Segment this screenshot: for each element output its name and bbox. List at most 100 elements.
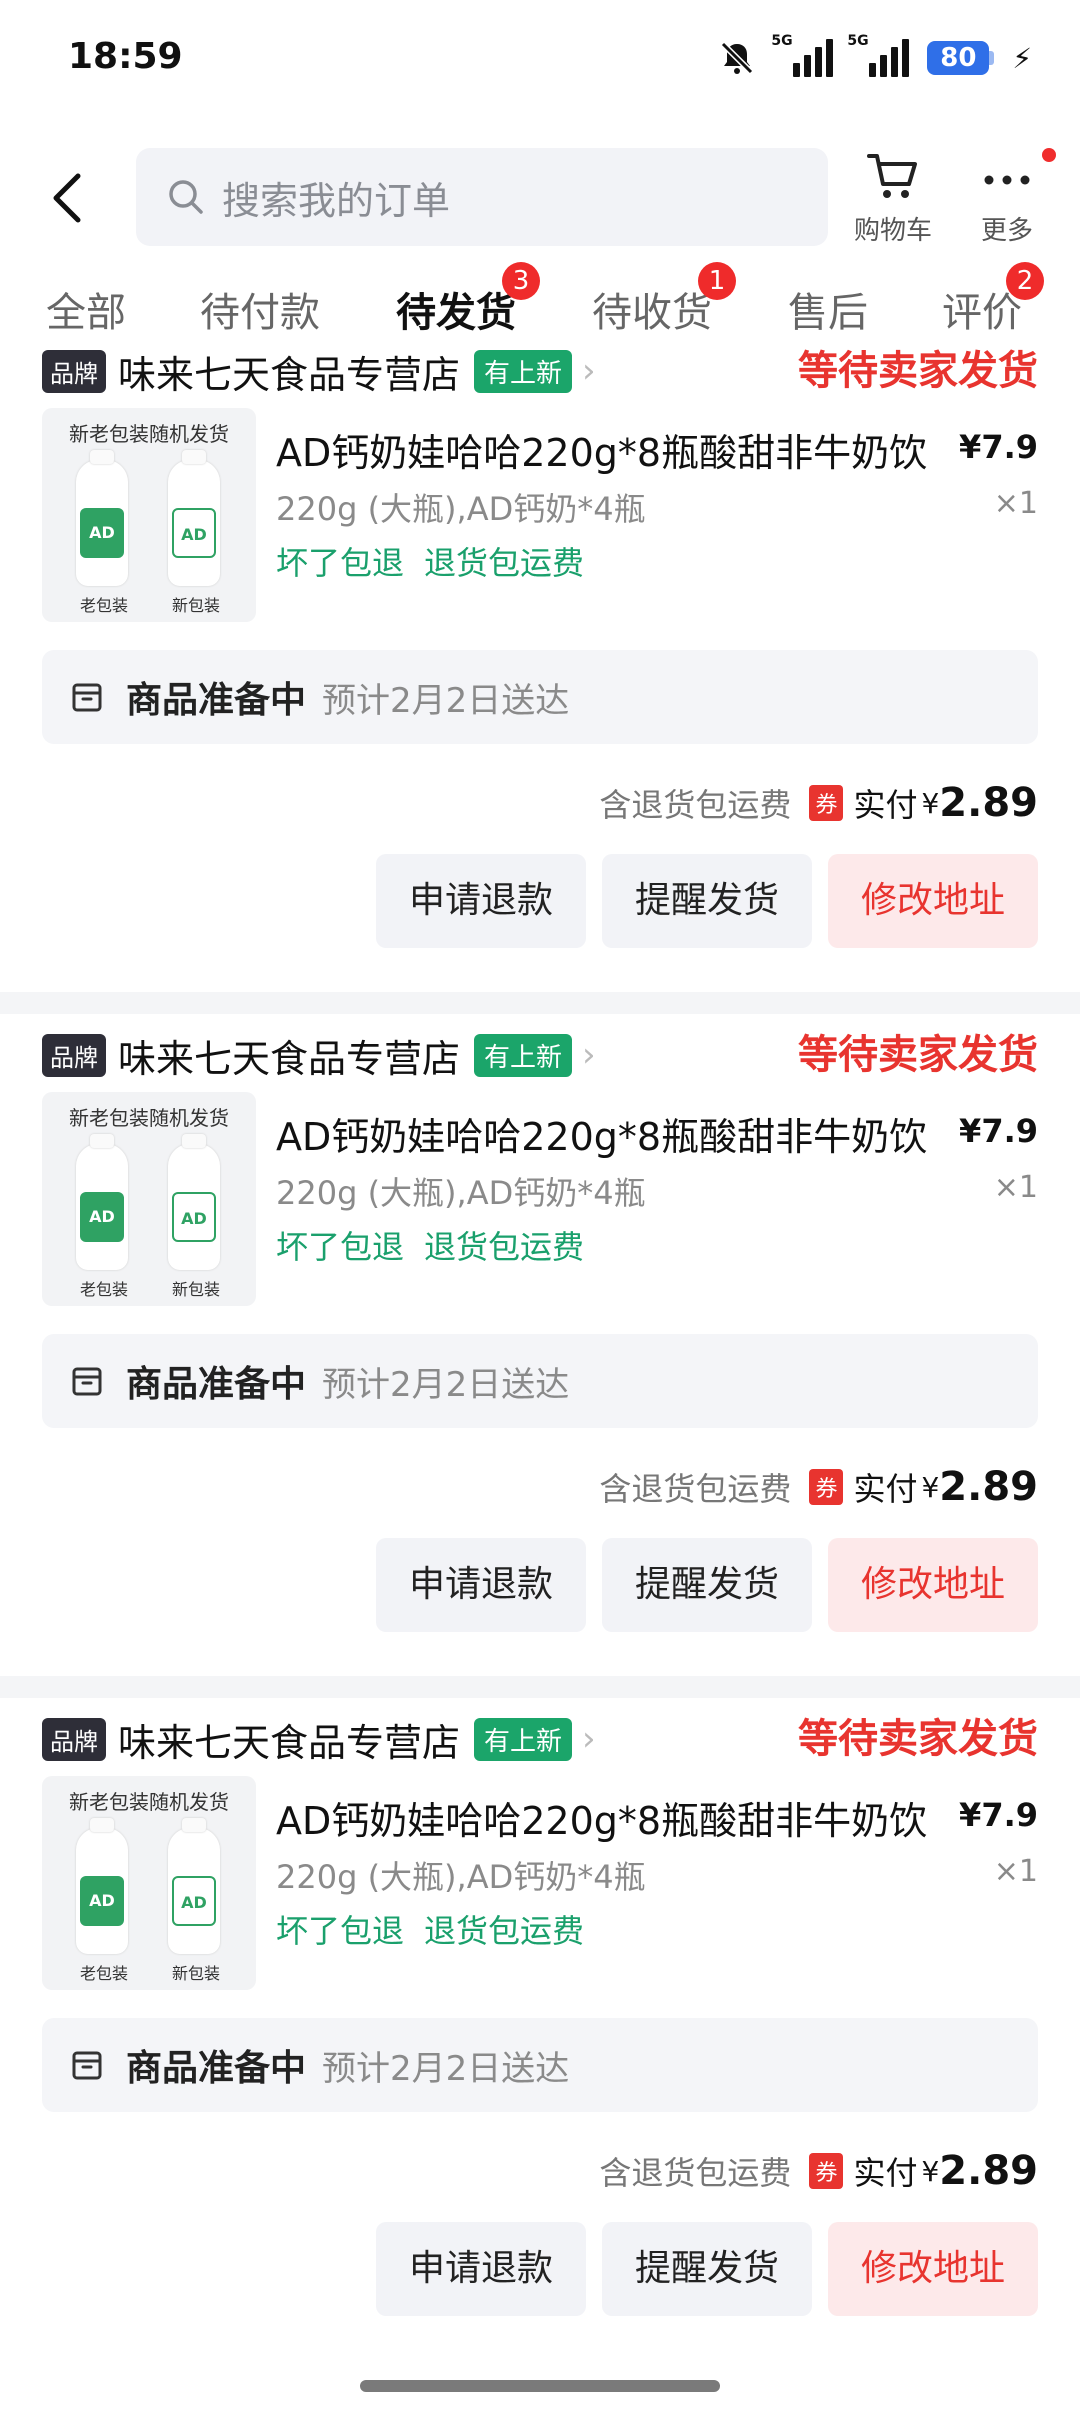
battery-level: 80 [927, 41, 990, 75]
change-address-button[interactable]: 修改地址 [828, 2222, 1038, 2316]
back-arrow-icon[interactable] [44, 168, 94, 228]
coupon-badge: 券 [809, 785, 844, 821]
product-image[interactable]: 新老包装随机发货 AD AD 老包装 新包装 [42, 1776, 256, 1990]
shop-row[interactable]: 品牌 味来七天食品专营店 有上新 › [42, 1712, 596, 1767]
service-tag: 退货包运费 [424, 1912, 585, 1950]
product-title[interactable]: AD钙奶娃哈哈220g*8瓶酸甜非牛奶饮 [276, 1106, 927, 1161]
new-arrivals-tag: 有上新 [474, 1033, 573, 1077]
tab-after-sales[interactable]: 售后 [788, 280, 868, 338]
return-shipping-note: 含退货包运费 [599, 2154, 792, 2192]
delivery-estimate: 预计2月2日送达 [322, 680, 570, 721]
currency-symbol: ¥ [921, 1470, 940, 1504]
shop-name[interactable]: 味来七天食品专营店 [118, 1712, 460, 1767]
brand-tag: 品牌 [42, 349, 106, 393]
shop-row[interactable]: 品牌 味来七天食品专营店 有上新 › [42, 1028, 596, 1083]
order-status: 等待卖家发货 [798, 1716, 1038, 1762]
remind-shipment-button[interactable]: 提醒发货 [602, 2222, 812, 2316]
product-quantity: ×1 [993, 1854, 1038, 1889]
bottle-graphic: AD [168, 1134, 220, 1270]
product-image[interactable]: 新老包装随机发货 AD AD 老包装 新包装 [42, 408, 256, 622]
brand-tag: 品牌 [42, 1717, 106, 1761]
product-title[interactable]: AD钙奶娃哈哈220g*8瓶酸甜非牛奶饮 [276, 1790, 927, 1845]
tab-badge: 1 [698, 262, 736, 300]
home-indicator[interactable] [360, 2380, 720, 2392]
service-tags: 坏了包退 退货包运费 [276, 1906, 584, 1952]
return-shipping-note: 含退货包运费 [599, 786, 792, 824]
signal-label: 5G [771, 33, 793, 49]
product-spec: 220g (大瓶),AD钙奶*4瓶 [276, 490, 646, 528]
package-icon [72, 2051, 102, 2080]
image-label-old: 老包装 [80, 1280, 129, 1299]
bell-off-icon [721, 41, 754, 75]
logistics-status: 商品准备中 [126, 1364, 307, 1405]
order-status: 等待卖家发货 [798, 348, 1038, 394]
delivery-estimate: 预计2月2日送达 [322, 1364, 570, 1405]
product-price: ¥7.9 [959, 428, 1038, 466]
payment-summary: 含退货包运费 券 实付 ¥ 2.89 [599, 1460, 1038, 1514]
signal-label: 5G [847, 33, 869, 49]
image-label-old: 老包装 [80, 596, 129, 615]
product-quantity: ×1 [993, 486, 1038, 521]
product-price: ¥7.9 [959, 1112, 1038, 1150]
remind-shipment-button[interactable]: 提醒发货 [602, 854, 812, 948]
more-label: 更多 [980, 216, 1033, 246]
order-separator [0, 1676, 1080, 1698]
change-address-button[interactable]: 修改地址 [828, 854, 1038, 948]
return-shipping-note: 含退货包运费 [599, 1470, 792, 1508]
signal-icon: 5G [771, 33, 834, 77]
product-title[interactable]: AD钙奶娃哈哈220g*8瓶酸甜非牛奶饮 [276, 422, 927, 477]
cart-button[interactable]: 购物车 [838, 150, 948, 247]
product-spec: 220g (大瓶),AD钙奶*4瓶 [276, 1174, 646, 1212]
bottle-graphic: AD [168, 1818, 220, 1954]
image-caption: 新老包装随机发货 [69, 1106, 229, 1130]
tab-badge: 3 [502, 262, 540, 300]
cart-icon [867, 154, 917, 198]
remind-shipment-button[interactable]: 提醒发货 [602, 1538, 812, 1632]
logistics-bar[interactable]: 商品准备中 预计2月2日送达 [42, 650, 1038, 744]
search-icon [169, 180, 203, 214]
service-tag: 坏了包退 [276, 1228, 405, 1266]
request-refund-button[interactable]: 申请退款 [376, 2222, 586, 2316]
order-separator [0, 992, 1080, 1014]
payment-summary: 含退货包运费 券 实付 ¥ 2.89 [599, 2144, 1038, 2198]
search-input[interactable]: 搜索我的订单 [136, 148, 828, 246]
paid-label: 实付 [853, 1470, 918, 1508]
logistics-bar[interactable]: 商品准备中 预计2月2日送达 [42, 1334, 1038, 1428]
image-caption: 新老包装随机发货 [69, 1790, 229, 1814]
paid-label: 实付 [853, 786, 918, 824]
tab-pending-shipment[interactable]: 待发货 [396, 280, 516, 338]
shop-row[interactable]: 品牌 味来七天食品专营店 有上新 › [42, 344, 596, 399]
payment-summary: 含退货包运费 券 实付 ¥ 2.89 [599, 776, 1038, 830]
shop-name[interactable]: 味来七天食品专营店 [118, 344, 460, 399]
paid-amount: 2.89 [939, 780, 1038, 826]
tab-all[interactable]: 全部 [46, 280, 126, 338]
service-tags: 坏了包退 退货包运费 [276, 1222, 584, 1268]
image-label-new: 新包装 [172, 1280, 221, 1299]
order-card: 品牌 味来七天食品专营店 有上新 › 等待卖家发货 新老包装随机发货 AD AD… [0, 1030, 1080, 1704]
logistics-status: 商品准备中 [126, 2048, 307, 2089]
bottle-graphic: AD [76, 450, 128, 586]
tab-pending-receipt[interactable]: 待收货 [592, 280, 712, 338]
tab-badge: 2 [1006, 262, 1044, 300]
tab-pending-payment[interactable]: 待付款 [200, 280, 320, 338]
shop-name[interactable]: 味来七天食品专营店 [118, 1028, 460, 1083]
currency-symbol: ¥ [921, 786, 940, 820]
request-refund-button[interactable]: 申请退款 [376, 854, 586, 948]
charging-icon: ⚡ [1012, 41, 1032, 75]
bottle-graphic: AD [76, 1818, 128, 1954]
paid-amount: 2.89 [939, 2148, 1038, 2194]
request-refund-button[interactable]: 申请退款 [376, 1538, 586, 1632]
package-icon [72, 683, 102, 712]
service-tags: 坏了包退 退货包运费 [276, 538, 584, 584]
change-address-button[interactable]: 修改地址 [828, 1538, 1038, 1632]
paid-amount: 2.89 [939, 1464, 1038, 1510]
package-icon [72, 1367, 102, 1396]
status-icons: 5G 5G 80 ⚡ [717, 33, 1032, 78]
order-card: 品牌 味来七天食品专营店 有上新 › 等待卖家发货 新老包装随机发货 AD AD… [0, 346, 1080, 1020]
delivery-estimate: 预计2月2日送达 [322, 2048, 570, 2089]
product-image[interactable]: 新老包装随机发货 AD AD 老包装 新包装 [42, 1092, 256, 1306]
logistics-bar[interactable]: 商品准备中 预计2月2日送达 [42, 2018, 1038, 2112]
new-arrivals-tag: 有上新 [474, 1717, 573, 1761]
more-dots-icon [984, 175, 1030, 185]
more-button[interactable]: 更多 [952, 148, 1062, 247]
